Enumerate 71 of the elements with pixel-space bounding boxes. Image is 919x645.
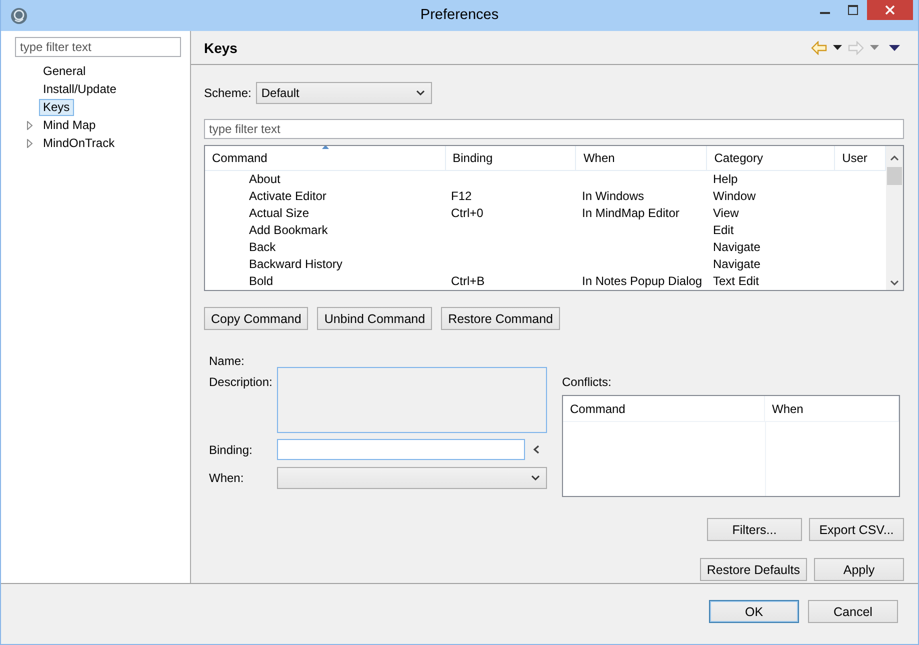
when-dropdown[interactable] <box>277 467 547 489</box>
filter-field[interactable]: type filter text <box>15 37 181 57</box>
scheme-label: Scheme: <box>204 86 252 100</box>
table-cell-text: View <box>712 205 740 222</box>
table-cell-text: Actual Size <box>248 205 310 222</box>
table-cell-text: Help <box>712 171 739 188</box>
view-menu-icon[interactable] <box>889 44 900 50</box>
dropdown-icon[interactable] <box>833 45 842 50</box>
scroll-up-icon[interactable] <box>890 155 899 161</box>
maximize-icon[interactable] <box>848 5 858 15</box>
table-cell-text: Bold <box>248 273 274 290</box>
description-label: Description: <box>209 375 274 389</box>
table-cell-text: Backward History <box>248 256 344 273</box>
scrollbar-thumb[interactable] <box>887 167 902 185</box>
table-cell-text: F12 <box>450 188 473 205</box>
column-header[interactable]: Binding <box>446 146 576 170</box>
table-cell-text: Window <box>712 188 757 205</box>
caret-icon <box>531 475 540 481</box>
table-cell-text: Ctrl+B <box>450 273 486 290</box>
table-cell-text: Text Edit <box>712 273 760 290</box>
command-button[interactable]: Copy Command <box>204 307 308 330</box>
scroll-down-icon[interactable] <box>890 280 899 286</box>
binding-field[interactable] <box>277 439 525 460</box>
command-button[interactable]: Unbind Command <box>317 307 432 330</box>
tree-item[interactable]: MindOnTrack <box>39 134 119 152</box>
column-header[interactable]: Command <box>205 146 446 170</box>
apply-button[interactable]: Apply <box>814 558 904 581</box>
column-header[interactable]: Category <box>707 146 836 170</box>
when-label: When: <box>209 471 245 485</box>
expand-arrow-icon[interactable] <box>26 138 32 148</box>
close-icon <box>885 5 895 15</box>
table-cell-text: Ctrl+0 <box>450 205 484 222</box>
binding-label: Binding: <box>209 442 254 456</box>
table-cell-text: In Notes Popup Dialog <box>581 273 704 290</box>
conflicts-label: Conflicts: <box>562 375 612 389</box>
app-icon <box>10 6 28 24</box>
caret-icon <box>416 90 426 96</box>
description-field[interactable] <box>277 367 547 433</box>
tree-item[interactable]: Mind Map <box>39 116 100 134</box>
column-header[interactable]: Command <box>563 396 765 421</box>
table-cell-text: Navigate <box>712 239 762 256</box>
column-header[interactable]: When <box>576 146 708 170</box>
tree-item[interactable]: General <box>39 62 90 80</box>
command-button[interactable]: Restore Command <box>441 307 560 330</box>
sort-arrow-icon <box>322 146 329 149</box>
window-title: Preferences <box>420 7 499 23</box>
page-title: Keys <box>204 40 238 56</box>
column-header[interactable]: When <box>765 396 899 421</box>
table-cell-text: Activate Editor <box>248 188 328 205</box>
back-arrow-icon[interactable] <box>811 40 827 54</box>
table-cell-text: Add Bookmark <box>248 222 329 239</box>
table-button[interactable]: Filters... <box>707 518 802 541</box>
tree-item[interactable]: Install/Update <box>39 80 120 98</box>
close-button[interactable] <box>867 0 913 20</box>
dialog-button[interactable]: OK <box>709 600 799 623</box>
table-cell-text: In MindMap Editor <box>581 205 680 222</box>
restore-defaults-button[interactable]: Restore Defaults <box>700 558 807 581</box>
chevron-left-icon[interactable] <box>533 445 540 454</box>
table-cell-text: Edit <box>712 222 735 239</box>
table-cell-text: Navigate <box>712 256 762 273</box>
table-cell-text: Back <box>248 239 277 256</box>
filter-field[interactable]: type filter text <box>204 119 904 139</box>
scheme-dropdown[interactable]: Default <box>256 82 432 104</box>
table-button[interactable]: Export CSV... <box>809 518 904 541</box>
expand-arrow-icon[interactable] <box>26 120 32 130</box>
scrollbar[interactable] <box>886 146 903 290</box>
tree-item[interactable]: Keys <box>39 98 74 116</box>
dialog-button[interactable]: Cancel <box>808 600 898 623</box>
name-label: Name: <box>209 354 246 370</box>
table-cell-text: In Windows <box>581 188 646 205</box>
table-cell-text: About <box>248 171 282 188</box>
